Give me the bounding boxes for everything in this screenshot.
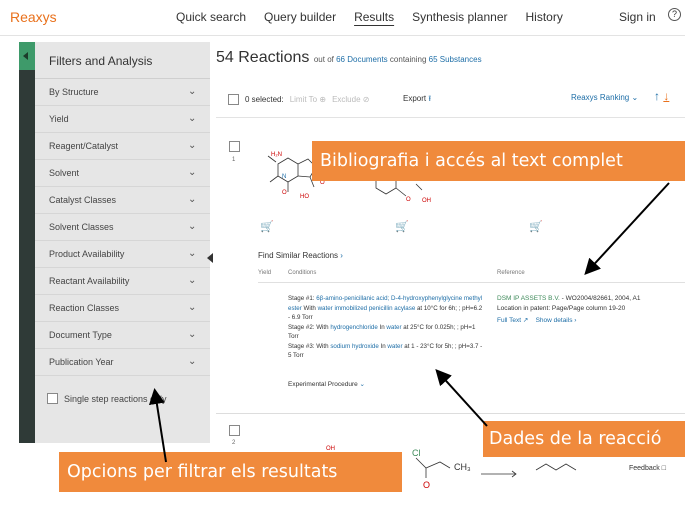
annotation-arrows [148,182,670,463]
arrow-to-reference [584,182,670,275]
arrow-to-conditions [435,369,488,427]
arrow-to-filters [148,388,167,463]
